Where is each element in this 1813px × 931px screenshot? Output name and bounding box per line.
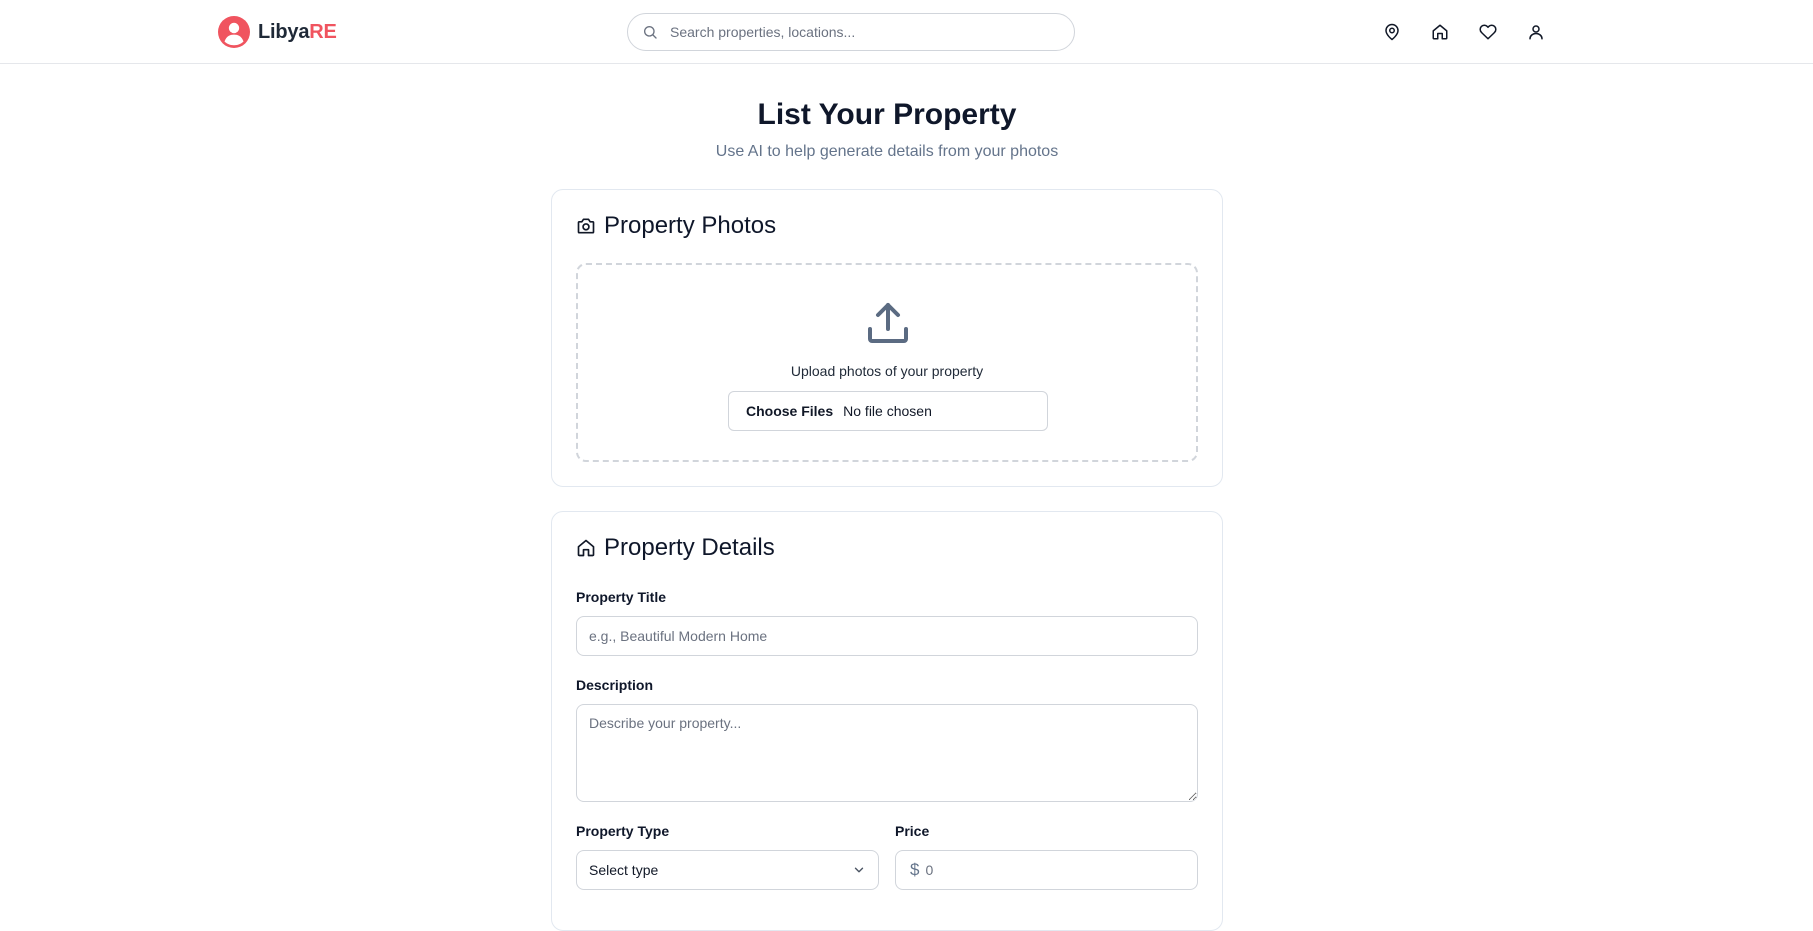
details-card-title: Property Details — [604, 534, 775, 561]
brand-name-accent: RE — [309, 20, 337, 43]
brand-name: LibyaRE — [258, 21, 337, 44]
property-type-value: Select type — [589, 862, 659, 878]
photos-card-header: Property Photos — [576, 212, 776, 240]
price-label: Price — [895, 823, 930, 839]
file-picker[interactable]: Choose Files No file chosen — [728, 391, 1048, 431]
brand-name-main: Libya — [258, 20, 310, 43]
home-icon — [577, 539, 595, 557]
property-type-label: Property Type — [576, 823, 670, 839]
details-card-header: Property Details — [576, 534, 775, 562]
upload-instructions: Upload photos of your property — [790, 363, 984, 379]
heart-icon[interactable] — [1476, 20, 1500, 44]
property-type-select[interactable]: Select type — [576, 850, 879, 890]
search-bar[interactable] — [627, 13, 1075, 51]
price-input[interactable] — [925, 862, 1186, 878]
description-label: Description — [576, 677, 654, 693]
upload-icon — [868, 303, 908, 343]
price-field[interactable]: $ — [895, 850, 1198, 890]
description-textarea[interactable] — [576, 704, 1198, 802]
file-status: No file chosen — [843, 403, 932, 419]
property-photos-card: Property Photos Upload photos of your pr… — [551, 189, 1223, 487]
property-title-label: Property Title — [576, 589, 666, 605]
user-icon[interactable] — [1524, 20, 1548, 44]
photo-dropzone[interactable]: Upload photos of your property Choose Fi… — [576, 263, 1198, 462]
brand-logo[interactable]: LibyaRE — [218, 14, 337, 50]
map-pin-icon[interactable] — [1380, 20, 1404, 44]
property-details-card: Property Details Property Title Descript… — [551, 511, 1223, 931]
header-nav — [1380, 20, 1548, 44]
home-icon[interactable] — [1428, 20, 1452, 44]
page-title: List Your Property — [757, 98, 1017, 131]
chevron-down-icon — [854, 867, 864, 873]
dollar-icon: $ — [910, 860, 920, 879]
search-input[interactable] — [670, 24, 1030, 40]
top-navbar: LibyaRE — [0, 0, 1813, 64]
property-title-input[interactable] — [576, 616, 1198, 656]
choose-files-button[interactable]: Choose Files — [746, 403, 833, 419]
photos-card-title: Property Photos — [604, 212, 777, 239]
camera-icon — [577, 218, 595, 234]
page-subtitle: Use AI to help generate details from you… — [715, 143, 1059, 160]
logo-user-icon — [218, 16, 250, 48]
search-icon — [644, 26, 657, 39]
